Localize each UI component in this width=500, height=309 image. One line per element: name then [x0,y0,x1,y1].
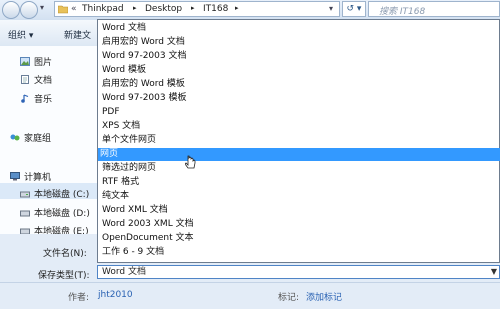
nav-item-label: 音乐 [34,95,53,105]
option-word-doc[interactable]: Word 文档 [100,22,497,35]
option-xps[interactable]: XPS 文档 [100,120,497,133]
drive-icon [20,208,30,217]
option-macro-word-template[interactable]: 启用宏的 Word 模板 [100,78,497,91]
nav-item-computer[interactable]: 计算机 [10,170,51,183]
address-bar[interactable]: « Thinkpad ▸ Desktop ▸ IT168 ▸ ▾ [54,1,340,17]
nav-item-documents[interactable]: 文档 [20,73,52,86]
option-works-6-9[interactable]: 工作 6 - 9 文档 [100,246,497,259]
option-pdf[interactable]: PDF [100,106,497,119]
option-macro-word-doc[interactable]: 启用宏的 Word 文档 [100,36,497,49]
option-plain-text[interactable]: 纯文本 [100,190,497,203]
nav-item-label: 家庭组 [24,134,52,144]
recent-pages-chevron-icon[interactable]: ▾ [40,3,44,12]
author-value[interactable]: jht2010 [98,290,133,300]
forward-button[interactable] [20,1,38,19]
breadcrumb-overflow[interactable]: « [71,4,77,14]
filetype-label: 保存类型(T): [38,271,90,281]
save-type-dropdown-list[interactable]: Word 文档 启用宏的 Word 文档 Word 97-2003 文档 Wor… [97,19,500,263]
option-webpage[interactable]: 网页 [98,148,500,161]
option-single-file-webpage[interactable]: 单个文件网页 [100,134,497,147]
nav-item-label: 图片 [34,58,53,68]
nav-item-drive-c[interactable]: 本地磁盘 (C:) [20,187,89,200]
nav-item-label: 本地磁盘 (C:) [34,190,90,200]
divider [0,282,500,283]
refresh-button[interactable]: ↺ ▾ [342,1,366,17]
document-icon [20,75,30,84]
music-icon [20,94,30,103]
organize-button[interactable]: 组织 ▾ [8,28,33,41]
option-word-template[interactable]: Word 模板 [100,64,497,77]
breadcrumb-separator[interactable]: ▸ [191,4,195,12]
drive-icon [20,189,30,198]
nav-item-music[interactable]: 音乐 [20,92,52,105]
mouse-cursor-icon [184,155,197,171]
homegroup-icon [10,133,20,142]
picture-icon [20,57,30,66]
chevron-down-icon: ▼ [490,267,497,276]
address-dropdown-icon[interactable]: ▾ [329,4,333,13]
nav-item-homegroup[interactable]: 家庭组 [10,131,51,144]
breadcrumb-separator[interactable]: ▸ [235,4,239,12]
back-button[interactable] [2,1,20,19]
option-word-97-2003-doc[interactable]: Word 97-2003 文档 [100,50,497,63]
nav-item-label: 本地磁盘 (D:) [34,209,90,219]
breadcrumb-desktop[interactable]: Desktop [145,4,182,14]
new-folder-button[interactable]: 新建文 [64,28,91,41]
option-opendocument[interactable]: OpenDocument 文本 [100,232,497,245]
add-tags-link[interactable]: 添加标记 [306,290,342,303]
breadcrumb-thinkpad[interactable]: Thinkpad [82,4,124,14]
filetype-select[interactable]: Word 文档 ▼ [97,265,500,279]
option-word-xml[interactable]: Word XML 文档 [100,204,497,217]
folder-icon [57,4,69,14]
breadcrumb-separator[interactable]: ▸ [133,4,137,12]
author-label: 作者: [68,293,90,303]
option-rtf[interactable]: RTF 格式 [100,176,497,189]
nav-item-label: 计算机 [24,173,52,183]
navigation-pane: 图片 文档 音乐 家庭组 计算机 本地磁盘 (C:) 本地磁盘 (D:) 本地磁… [0,46,97,237]
breadcrumb-it168[interactable]: IT168 [203,4,228,14]
option-word-2003-xml[interactable]: Word 2003 XML 文档 [100,218,497,231]
nav-item-pictures[interactable]: 图片 [20,55,52,68]
tags-label: 标记: [278,293,300,303]
search-input[interactable]: 搜索 IT168 [368,1,500,17]
option-word-97-2003-template[interactable]: Word 97-2003 模板 [100,92,497,105]
computer-icon [10,172,20,181]
filename-label: 文件名(N): [43,249,87,259]
option-filtered-webpage[interactable]: 筛选过的网页 [100,162,497,175]
filetype-value: Word 文档 [102,267,146,277]
nav-item-label: 文档 [34,76,53,86]
nav-item-drive-d[interactable]: 本地磁盘 (D:) [20,206,90,219]
